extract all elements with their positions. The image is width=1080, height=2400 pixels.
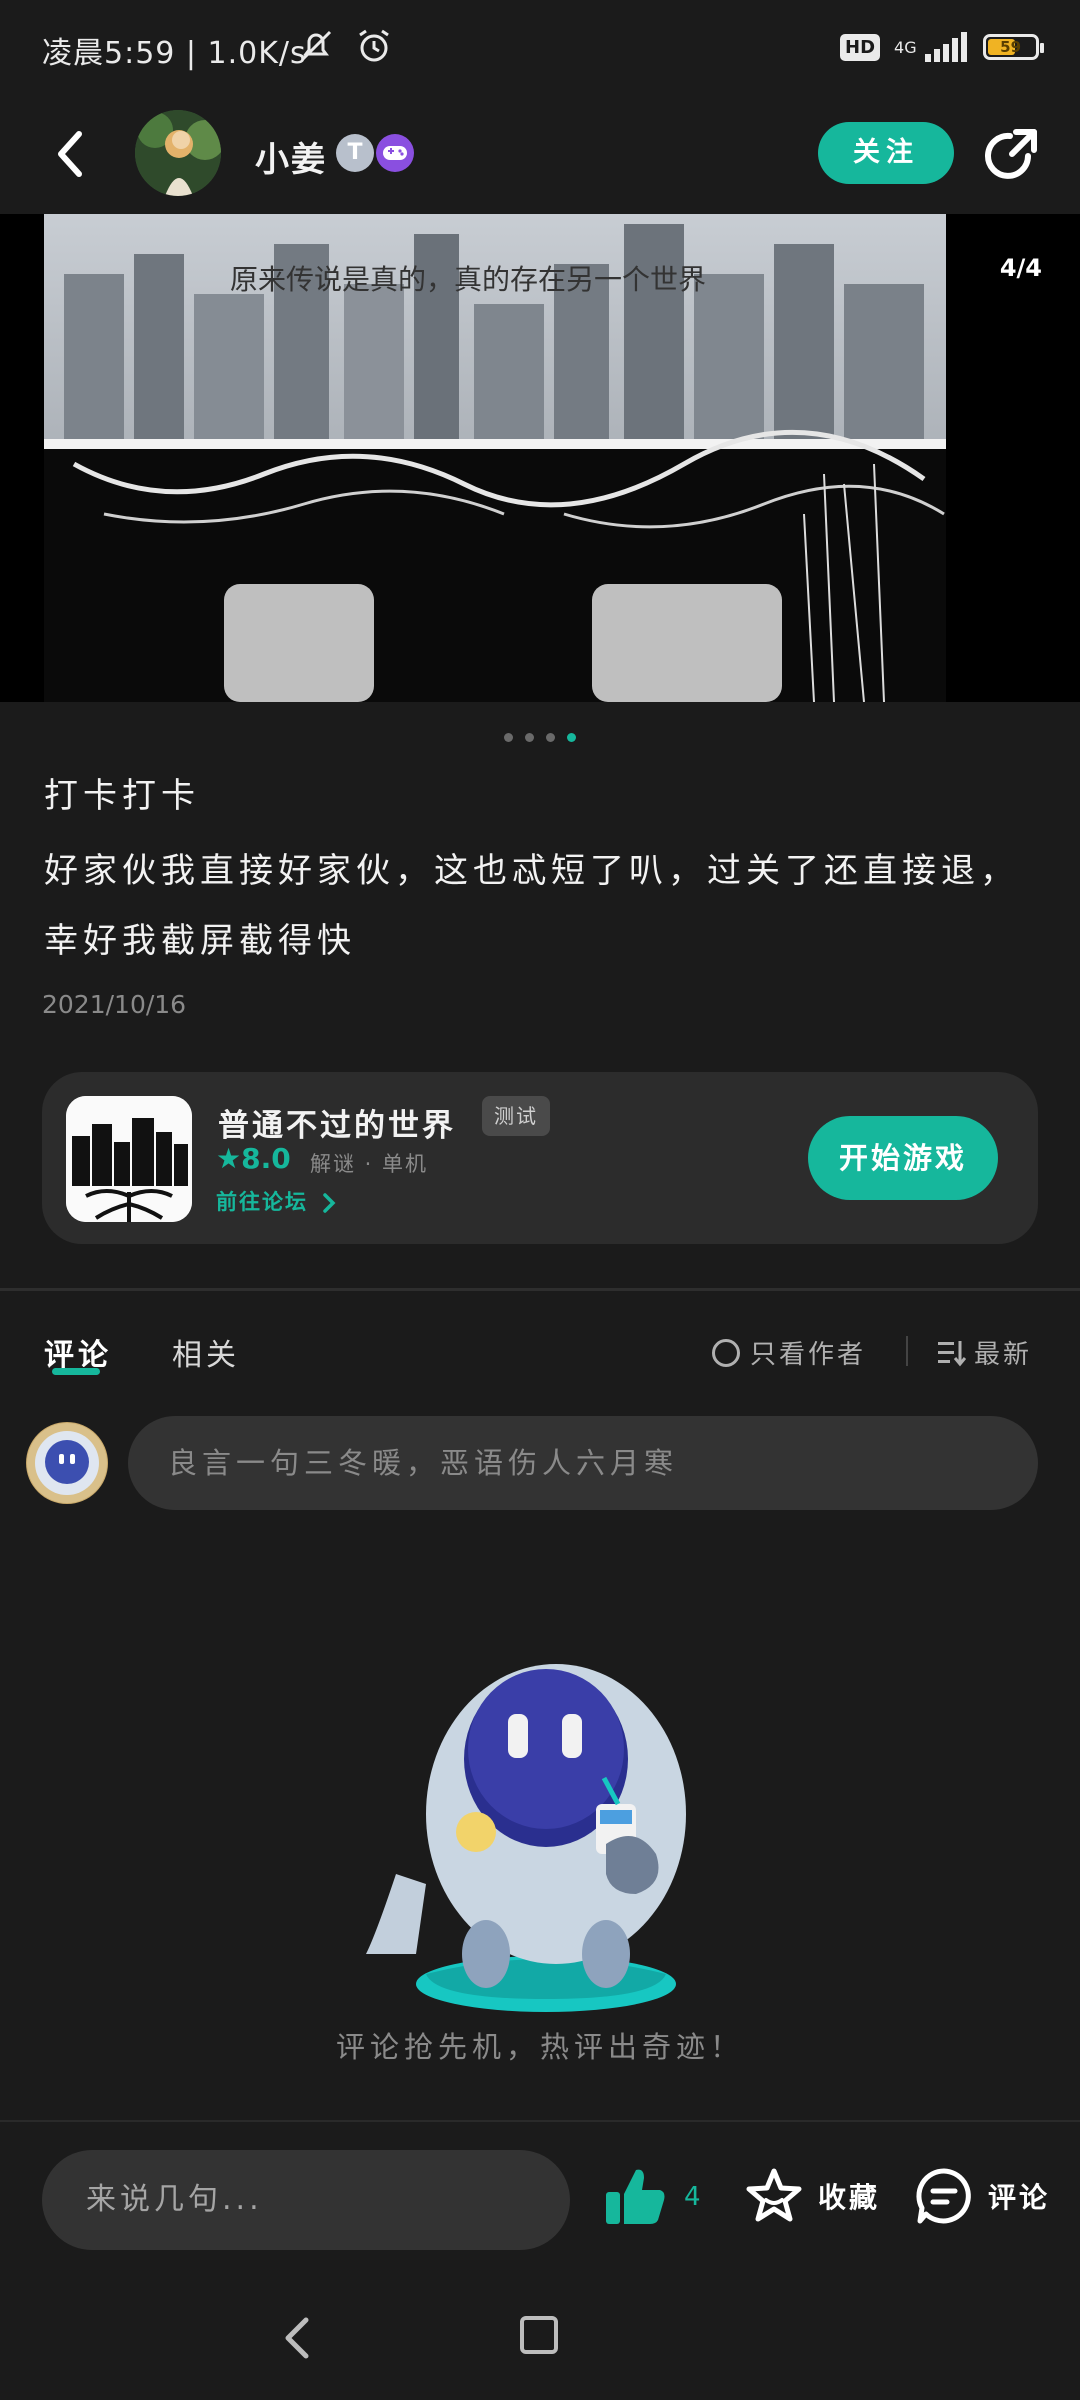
level-badge: T — [336, 134, 374, 172]
back-button[interactable] — [42, 124, 98, 184]
chevron-left-icon — [58, 131, 82, 177]
like-button[interactable]: 4 — [604, 2166, 701, 2228]
sort-icon — [938, 1340, 966, 1366]
game-icon — [66, 1096, 192, 1222]
gamer-badge-icon — [376, 134, 414, 172]
comment-bubble-icon — [916, 2168, 971, 2224]
like-count: 4 — [684, 2182, 701, 2212]
favorite-button[interactable]: 收藏 — [744, 2166, 880, 2226]
comment-label: 评论 — [988, 2181, 1051, 2214]
battery-icon: 59 — [982, 34, 1044, 60]
game-rating: ★8.0 — [216, 1142, 291, 1175]
carousel-dot — [504, 733, 513, 742]
post-date: 2021/10/16 — [42, 990, 187, 1019]
game-genre: 解谜 · 单机 — [310, 1152, 429, 1176]
nav-home-icon[interactable] — [520, 2316, 558, 2354]
post-image-carousel[interactable]: 原来传说是真的，真的存在另一个世界 4/4 — [0, 214, 1080, 702]
status-time: 凌晨5:59 | 1.0K/s — [42, 36, 307, 71]
author-only-toggle[interactable]: 只看作者 — [712, 1334, 866, 1371]
carousel-dot — [525, 733, 534, 742]
empty-state-text: 评论抢先机，热评出奇迹！ — [335, 2030, 744, 2064]
carousel-dot — [546, 733, 555, 742]
section-divider — [0, 1288, 1080, 1291]
share-button[interactable] — [980, 124, 1042, 186]
post-title: 打卡打卡 — [44, 776, 200, 816]
comment-input[interactable]: 良言一句三冬暖，恶语伤人六月寒 — [128, 1416, 1038, 1510]
game-status-tag: 测试 — [482, 1096, 550, 1136]
forum-link[interactable]: 前往论坛 — [216, 1186, 337, 1216]
game-name: 普通不过的世界 — [218, 1108, 456, 1144]
author-avatar[interactable] — [135, 110, 221, 196]
tab-related[interactable]: 相关 — [172, 1330, 240, 1374]
follow-button[interactable]: 关注 — [818, 122, 954, 184]
thumbs-up-icon — [606, 2169, 665, 2224]
post-header: 小姜 T 关注 — [0, 96, 1080, 214]
carousel-dots — [0, 733, 1080, 742]
image-counter: 4/4 — [999, 254, 1042, 282]
alarm-icon — [359, 29, 389, 62]
author-only-label: 只看作者 — [750, 1340, 867, 1370]
comment-button[interactable]: 评论 — [914, 2166, 1050, 2226]
quick-comment-input[interactable]: 来说几句... — [42, 2150, 570, 2250]
forum-link-label: 前往论坛 — [216, 1190, 308, 1214]
image-caption: 原来传说是真的，真的存在另一个世界 — [230, 263, 707, 296]
star-outline-icon — [746, 2168, 802, 2222]
favorite-label: 收藏 — [818, 2181, 881, 2214]
post-body: 好家伙我直接好家伙，这也忒短了叭，过关了还直接退，幸好我截屏截得快 — [44, 851, 1019, 961]
carousel-dot-active — [567, 733, 576, 742]
mute-icon — [300, 30, 332, 62]
nav-back-icon[interactable] — [276, 2316, 320, 2360]
sort-label: 最新 — [974, 1340, 1033, 1370]
star-icon: ★ — [216, 1142, 242, 1175]
battery-level: 59 — [1000, 38, 1022, 56]
sort-separator — [906, 1336, 908, 1366]
rating-value: 8.0 — [241, 1142, 291, 1175]
bottom-divider — [0, 2120, 1080, 2122]
tab-active-indicator — [52, 1368, 100, 1375]
author-name[interactable]: 小姜 — [255, 132, 327, 181]
network-type: 4G — [894, 37, 917, 57]
start-game-button[interactable]: 开始游戏 — [808, 1116, 998, 1200]
hd-badge: HD — [840, 33, 881, 61]
signal-icon — [924, 32, 967, 62]
sort-latest-button[interactable]: 最新 — [936, 1334, 1032, 1371]
robot-mascot-illustration — [366, 1664, 686, 2012]
my-avatar — [26, 1422, 108, 1504]
status-icons: HD 4G 59 — [840, 22, 1044, 72]
game-card[interactable]: 普通不过的世界 测试 ★8.0 解谜 · 单机 前往论坛 开始游戏 — [42, 1072, 1038, 1244]
chevron-right-icon — [323, 1193, 336, 1213]
status-bar: 凌晨5:59 | 1.0K/s HD 4G 59 — [0, 0, 1080, 96]
share-icon — [985, 129, 1037, 179]
radio-icon — [712, 1338, 740, 1367]
